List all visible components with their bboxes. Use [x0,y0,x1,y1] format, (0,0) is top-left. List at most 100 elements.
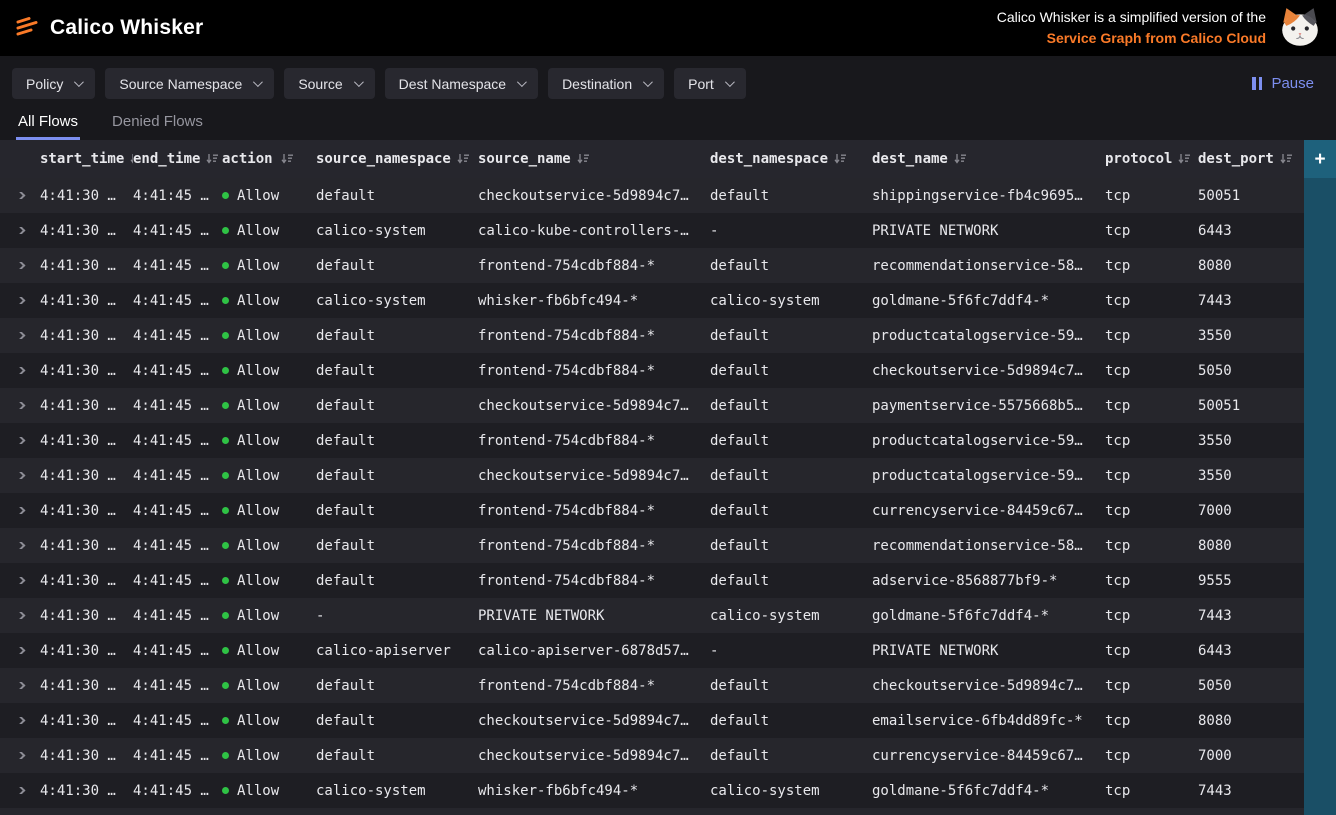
row-expand-chevron-icon[interactable] [15,752,25,759]
table-row[interactable]: 4:41:30 … 4:41:45 … Allow default checko… [0,388,1304,423]
row-expand-chevron-icon[interactable] [15,437,25,444]
cell-protocol: tcp [1105,503,1198,519]
table-row[interactable]: 4:41:30 … 4:41:45 … Allow calico-system … [0,773,1304,808]
row-expand-chevron-icon[interactable] [15,262,25,269]
filter-source-button[interactable]: Source [284,68,374,99]
cell-source-namespace: default [316,503,478,519]
row-expand-chevron-icon[interactable] [15,612,25,619]
action-label: Allow [237,258,279,274]
cell-action: Allow [222,748,316,764]
table-row[interactable]: 4:41:30 … 4:41:45 … Allow default fronte… [0,668,1304,703]
table-row[interactable]: 4:41:30 … 4:41:45 … Allow default checko… [0,178,1304,213]
allow-status-dot [222,472,229,479]
row-expand-chevron-icon[interactable] [15,717,25,724]
row-expand-chevron-icon[interactable] [15,227,25,234]
row-expand-chevron-icon[interactable] [15,577,25,584]
cell-dest-namespace: default [710,363,872,379]
column-header[interactable]: protocol [1105,151,1198,167]
row-expand-chevron-icon[interactable] [15,297,25,304]
row-expand-chevron-icon[interactable] [15,682,25,689]
cell-source-name: frontend-754cdbf884-* [478,363,710,379]
row-expand-chevron-icon[interactable] [15,787,25,794]
row-expand-chevron-icon[interactable] [15,542,25,549]
column-header[interactable]: dest_port [1198,151,1304,167]
flows-table: start_time end_time action source_namesp… [0,140,1336,815]
cell-end-time: 4:41:45 … [133,433,222,449]
filter-dest-namespace-button[interactable]: Dest Namespace [385,68,538,99]
cell-source-namespace: default [316,678,478,694]
table-row[interactable]: 4:41:30 … 4:41:45 … Allow default checko… [0,458,1304,493]
cell-action: Allow [222,223,316,239]
table-row[interactable]: 4:41:30 … 4:41:45 … Allow default fronte… [0,423,1304,458]
cell-dest-name: PRIVATE NETWORK [872,643,1105,659]
row-expand-chevron-icon[interactable] [15,367,25,374]
cell-start-time: 4:41:30 … [40,328,133,344]
table-row[interactable]: 4:41:30 … 4:41:45 … Allow default checko… [0,738,1304,773]
pause-button[interactable]: Pause [1252,75,1324,92]
cell-end-time: 4:41:45 … [133,258,222,274]
cell-dest-port: 5050 [1198,678,1304,694]
table-row[interactable]: 4:41:30 … 4:41:45 … Allow default checko… [0,703,1304,738]
row-expand-chevron-icon[interactable] [15,472,25,479]
cell-source-name: frontend-754cdbf884-* [478,573,710,589]
cell-protocol: tcp [1105,468,1198,484]
cell-start-time: 4:41:30 … [40,293,133,309]
table-header-row: start_time end_time action source_namesp… [0,140,1304,178]
column-header[interactable]: dest_name [872,151,1105,167]
cell-source-namespace: default [316,713,478,729]
cell-source-namespace: calico-system [316,223,478,239]
table-row[interactable] [0,808,1304,815]
row-expand-chevron-icon[interactable] [15,647,25,654]
table-row[interactable]: 4:41:30 … 4:41:45 … Allow calico-system … [0,213,1304,248]
cell-action: Allow [222,188,316,204]
cell-source-namespace: - [316,608,478,624]
row-expand-chevron-icon[interactable] [15,332,25,339]
table-row[interactable]: 4:41:30 … 4:41:45 … Allow - PRIVATE NETW… [0,598,1304,633]
filter-dest-namespace-label: Dest Namespace [399,76,506,92]
column-header[interactable]: source_name [478,151,710,167]
row-expand-chevron-icon[interactable] [15,402,25,409]
cell-action: Allow [222,293,316,309]
action-label: Allow [237,223,279,239]
table-row[interactable]: 4:41:30 … 4:41:45 … Allow default fronte… [0,528,1304,563]
cell-start-time: 4:41:30 … [40,503,133,519]
cell-dest-name: adservice-8568877bf9-* [872,573,1105,589]
add-column-button[interactable]: + [1304,140,1336,178]
action-label: Allow [237,748,279,764]
cell-start-time: 4:41:30 … [40,608,133,624]
column-header[interactable]: end_time [133,151,222,167]
cell-dest-name: goldmane-5f6fc7ddf4-* [872,783,1105,799]
cell-source-name: frontend-754cdbf884-* [478,678,710,694]
filter-port-button[interactable]: Port [674,68,746,99]
filter-source-namespace-button[interactable]: Source Namespace [105,68,274,99]
table-row[interactable]: 4:41:30 … 4:41:45 … Allow default fronte… [0,248,1304,283]
table-row[interactable]: 4:41:30 … 4:41:45 … Allow default fronte… [0,318,1304,353]
row-expand-chevron-icon[interactable] [15,507,25,514]
cell-dest-namespace: default [710,258,872,274]
action-label: Allow [237,433,279,449]
cell-dest-port: 7443 [1198,608,1304,624]
cell-dest-namespace: default [710,433,872,449]
column-header[interactable]: start_time [40,151,133,167]
column-header-label: dest_namespace [710,151,828,167]
cell-source-namespace: default [316,363,478,379]
filter-destination-button[interactable]: Destination [548,68,664,99]
column-header[interactable]: source_namespace [316,151,478,167]
service-graph-link[interactable]: Service Graph from Calico Cloud [1047,28,1266,49]
tab-denied-flows[interactable]: Denied Flows [110,113,205,140]
cell-dest-name: recommendationservice-58… [872,538,1105,554]
table-row[interactable]: 4:41:30 … 4:41:45 … Allow default fronte… [0,493,1304,528]
tab-all-flows[interactable]: All Flows [16,113,80,140]
table-row[interactable]: 4:41:30 … 4:41:45 … Allow calico-apiserv… [0,633,1304,668]
filter-policy-button[interactable]: Policy [12,68,95,99]
table-row[interactable]: 4:41:30 … 4:41:45 … Allow calico-system … [0,283,1304,318]
table-row[interactable]: 4:41:30 … 4:41:45 … Allow default fronte… [0,563,1304,598]
column-header[interactable]: dest_namespace [710,151,872,167]
action-label: Allow [237,783,279,799]
table-row[interactable]: 4:41:30 … 4:41:45 … Allow default fronte… [0,353,1304,388]
row-expand-chevron-icon[interactable] [15,192,25,199]
brand: Calico Whisker [14,16,203,40]
action-label: Allow [237,678,279,694]
column-header[interactable]: action [222,151,316,167]
cell-dest-namespace: default [710,398,872,414]
